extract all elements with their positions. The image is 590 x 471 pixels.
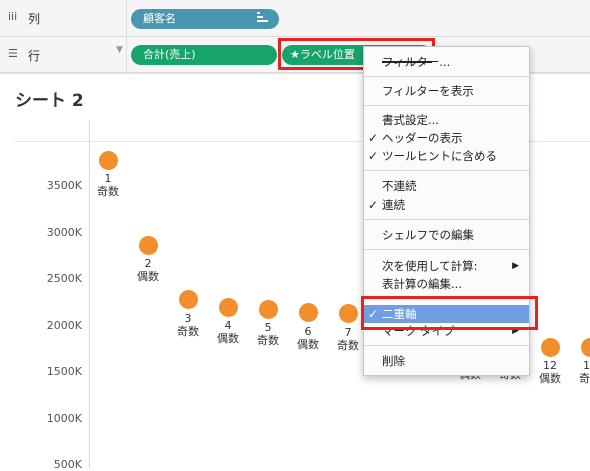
menu-separator [364, 345, 529, 346]
menu-item-label: ツールヒントに含める [382, 147, 497, 165]
menu-separator [364, 76, 529, 77]
point-parity-label: 奇数 [328, 339, 368, 352]
y-tick-label: 500K [20, 458, 82, 471]
point-label: 5奇数 [248, 321, 288, 347]
shelf-divider [126, 0, 127, 36]
scatter-point[interactable] [259, 300, 278, 319]
scatter-point[interactable] [219, 298, 238, 317]
point-label: 2偶数 [128, 257, 168, 283]
point-rank-label: 2 [128, 257, 168, 270]
menu-item-label: 次を使用して計算: [382, 257, 478, 275]
menu-item-format[interactable]: 書式設定... [364, 111, 529, 129]
scatter-point[interactable] [299, 303, 318, 322]
point-label: 6偶数 [288, 325, 328, 351]
menu-item-remove[interactable]: 削除 [364, 352, 529, 370]
point-label: 1奇数 [88, 172, 128, 198]
point-rank-label: 1 [88, 172, 128, 185]
point-parity-label: 偶数 [208, 332, 248, 345]
menu-item-label: 削除 [382, 352, 405, 370]
submenu-arrow-icon: ▶ [512, 257, 519, 275]
columns-icon: iii [8, 10, 17, 23]
point-parity-label: 偶数 [128, 270, 168, 283]
point-rank-label: 3 [168, 312, 208, 325]
menu-item-label: ヘッダーの表示 [382, 129, 463, 147]
menu-item-continuous[interactable]: ✓ 連続 [364, 196, 529, 214]
menu-item-label: 表計算の編集... [382, 275, 462, 293]
rows-icon: ☰ [8, 47, 18, 60]
menu-separator [364, 105, 529, 106]
columns-shelf: iii 列 顧客名 [0, 0, 590, 37]
checkmark-icon: ✓ [368, 129, 382, 147]
checkmark-icon: ✓ [368, 196, 382, 214]
sort-descending-icon[interactable] [257, 9, 269, 29]
point-rank-label: 6 [288, 325, 328, 338]
menu-item-label: 書式設定... [382, 111, 439, 129]
customer-name-pill[interactable]: 顧客名 [131, 9, 279, 29]
point-rank-label: 4 [208, 319, 248, 332]
menu-item-include-in-tooltip[interactable]: ✓ ツールヒントに含める [364, 147, 529, 165]
menu-item-discrete[interactable]: 不連続 [364, 177, 529, 195]
scatter-point[interactable] [179, 290, 198, 309]
sheet-title: シート 2 [15, 86, 84, 111]
menu-separator [364, 219, 529, 220]
point-parity-label: 偶数 [530, 372, 570, 385]
menu-item-label: 連続 [382, 196, 405, 214]
point-label: 3奇数 [168, 312, 208, 338]
point-parity-label: 奇数 [570, 372, 590, 385]
y-tick-label: 3000K [20, 226, 82, 239]
sum-sales-pill-label: 合計(売上) [143, 48, 196, 61]
y-tick-label: 2500K [20, 272, 82, 285]
menu-item-show-filter[interactable]: フィルターを表示 [364, 82, 529, 100]
menu-separator [364, 249, 529, 250]
y-tick-label: 1000K [20, 412, 82, 425]
sum-sales-pill[interactable]: 合計(売上) [131, 45, 277, 65]
menu-item-edit-table-calc[interactable]: 表計算の編集... [364, 275, 529, 293]
point-parity-label: 奇数 [248, 334, 288, 347]
shelf-divider [126, 37, 127, 72]
menu-item-show-header[interactable]: ✓ ヘッダーの表示 [364, 129, 529, 147]
filter-strikethrough [382, 61, 432, 63]
point-label: 13奇数 [570, 359, 590, 385]
point-rank-label: 5 [248, 321, 288, 334]
point-parity-label: 奇数 [88, 185, 128, 198]
rows-shelf-dropdown-icon[interactable]: ▼ [116, 45, 123, 55]
point-label: 4偶数 [208, 319, 248, 345]
customer-name-pill-label: 顧客名 [143, 12, 176, 25]
y-tick-label: 1500K [20, 365, 82, 378]
menu-item-label: 不連続 [382, 177, 417, 195]
menu-separator [364, 170, 529, 171]
y-tick-label: 2000K [20, 319, 82, 332]
point-label: 12偶数 [530, 359, 570, 385]
menu-item-compute-using[interactable]: 次を使用して計算: ▶ [364, 257, 529, 275]
point-rank-label: 12 [530, 359, 570, 372]
scatter-point[interactable] [339, 304, 358, 323]
menu-item-edit-in-shelf[interactable]: シェルフでの編集 [364, 226, 529, 244]
checkmark-icon: ✓ [368, 147, 382, 165]
point-parity-label: 奇数 [168, 325, 208, 338]
point-parity-label: 偶数 [288, 338, 328, 351]
scatter-point[interactable] [99, 151, 118, 170]
scatter-point[interactable] [541, 338, 560, 357]
rows-shelf-label: 行 [28, 47, 40, 64]
point-rank-label: 13 [570, 359, 590, 372]
menu-item-label: フィルターを表示 [382, 82, 474, 100]
columns-shelf-label: 列 [28, 10, 40, 27]
menu-item-label: シェルフでの編集 [382, 226, 474, 244]
scatter-point[interactable] [139, 236, 158, 255]
dual-axis-highlight-box [361, 296, 538, 330]
y-tick-label: 3500K [20, 179, 82, 192]
